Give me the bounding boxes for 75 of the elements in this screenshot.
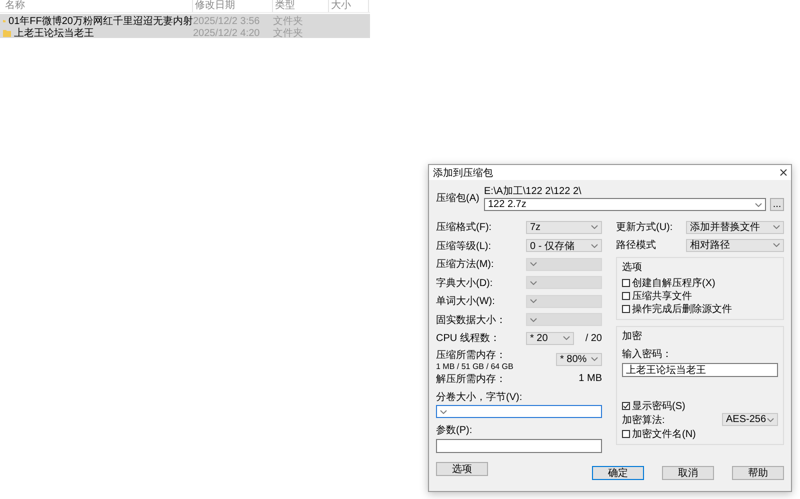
field-label: CPU 线程数： (436, 332, 501, 346)
archive-path: E:\A加工\122 2\122 2\ (484, 184, 582, 198)
chevron-icon (591, 225, 598, 230)
field-label: 加密算法: (622, 414, 666, 426)
chevron-icon (530, 299, 537, 304)
field-label: 固实数据大小： (436, 314, 507, 327)
dropdown[interactable]: AES-256 (722, 413, 778, 426)
field-label: 压缩所需内存： (436, 348, 507, 362)
close-icon[interactable] (780, 169, 787, 176)
chevron-icon (530, 262, 537, 266)
chevron-icon (440, 410, 447, 414)
browse-button[interactable]: ... (770, 198, 784, 211)
chevron-icon (530, 280, 537, 285)
file-name: 01年FF微博20万粉网红千里迢迢无妻内射 (8, 14, 193, 28)
checkbox[interactable] (622, 278, 630, 286)
file-row[interactable]: 01年FF微博20万粉网红千里迢迢无妻内射2025/12/2 3:56 文件夹 (0, 14, 370, 26)
field-label: 压缩方法(M): (436, 258, 495, 272)
dropdown[interactable]: 添加并替换文件 (686, 220, 784, 234)
options-button[interactable]: 选项 (436, 462, 488, 476)
checkbox[interactable] (622, 292, 630, 300)
parameters-field[interactable] (436, 439, 602, 453)
group-title: 加密 (622, 330, 643, 343)
checkbox[interactable] (622, 304, 630, 312)
chevron-icon (773, 243, 780, 247)
date-cell-text: 2025/12/2 3:56 (193, 16, 261, 26)
file-row[interactable]: 上老王论坛当老王 2025/12/2 4:20 文件夹 (0, 26, 370, 38)
checkbox-label[interactable]: 创建自解压程序(X) (632, 276, 716, 290)
archive-name-field[interactable]: 122 2.7z (484, 198, 766, 211)
file-name: 上老王论坛当老王 (14, 26, 94, 40)
dropdown[interactable]: * 80% (556, 352, 602, 366)
volume-size-field[interactable] (436, 405, 602, 418)
checkbox-label[interactable]: 加密文件名(N) (632, 426, 696, 440)
dialog-button[interactable]: 确定 (592, 466, 644, 480)
field-label: 压缩包(A) (436, 192, 480, 204)
field-label: 压缩等级(L): (436, 240, 492, 253)
chevron-icon (563, 336, 570, 340)
type-cell-text: 文件夹 (273, 14, 304, 28)
checkbox-label[interactable]: 操作完成后删除源文件 (632, 302, 732, 316)
thread-total: / 20 (584, 332, 602, 344)
field-label: 分卷大小，字节(V): (436, 390, 524, 404)
field-label: 解压所需内存： (436, 372, 507, 386)
window-title: 添加到压缩包 (433, 166, 493, 180)
dropdown[interactable]: 7z (526, 220, 602, 234)
checkbox[interactable] (622, 430, 630, 438)
type-cell-text: 文件夹 (273, 26, 304, 40)
dropdown[interactable]: * 20 (526, 332, 574, 345)
chevron-icon (773, 225, 780, 229)
checkbox-label[interactable]: 压缩共享文件 (632, 288, 692, 302)
group-title: 选项 (622, 260, 643, 274)
dropdown[interactable]: 相对路径 (686, 238, 784, 252)
column-header[interactable]: 大小 (329, 0, 369, 12)
column-header[interactable]: 修改日期 (193, 0, 273, 12)
field-label: 字典大小(D): (436, 276, 494, 290)
column-header[interactable]: 名称 (3, 0, 193, 12)
password-field[interactable]: 上老王论坛当老王 (622, 363, 778, 377)
memory-value: 1 MB (578, 373, 602, 384)
chevron-icon (755, 202, 762, 206)
dropdown[interactable]: 0 - 仅存储 (526, 239, 602, 252)
field-label: 参数(P): (436, 424, 474, 437)
checkbox[interactable] (622, 402, 630, 410)
field-label: 路径模式 (616, 238, 657, 252)
chevron-icon (591, 357, 598, 361)
chevron-icon (767, 418, 774, 422)
field-label: 单词大小(W): (436, 294, 496, 308)
chevron-icon (530, 318, 537, 322)
field-label: 更新方式(U): (616, 220, 674, 234)
dialog-button[interactable]: 帮助 (732, 466, 784, 480)
dialog-button[interactable]: 取消 (662, 466, 714, 480)
memory-usage: 1 MB / 51 GB / 64 GB (436, 362, 514, 370)
date-cell-text: 2025/12/2 4:20 (193, 28, 261, 38)
field-label: 输入密码： (622, 348, 673, 361)
checkbox-label[interactable]: 显示密码(S) (632, 398, 686, 412)
chevron-icon (591, 244, 598, 248)
field-label: 压缩格式(F): (436, 220, 493, 234)
column-header[interactable]: 类型 (273, 0, 329, 12)
